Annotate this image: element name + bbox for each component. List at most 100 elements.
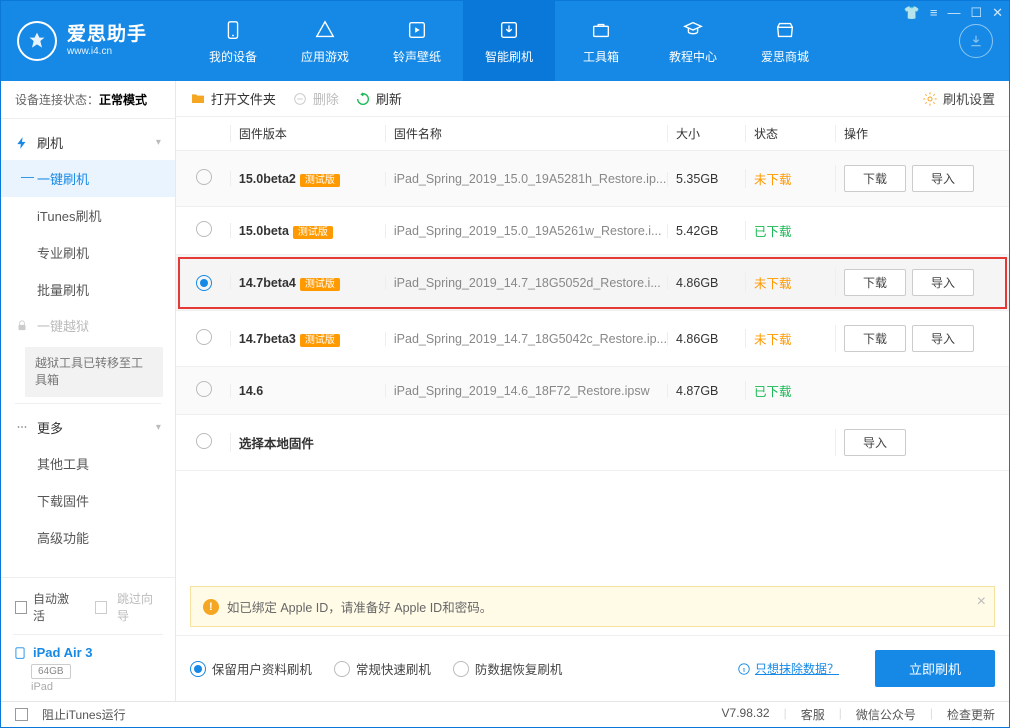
tablet-icon bbox=[13, 646, 27, 660]
table-row[interactable]: 选择本地固件 导入 bbox=[176, 415, 1009, 471]
app-header: 爱思助手 www.i4.cn 我的设备 应用游戏 铃声壁纸 智能刷机 工具箱 教… bbox=[1, 1, 1009, 81]
device-type: iPad bbox=[31, 681, 163, 693]
skip-guide-checkbox[interactable] bbox=[95, 601, 107, 614]
nav-store[interactable]: 爱思商城 bbox=[739, 1, 831, 81]
row-action-button[interactable]: 下载 bbox=[844, 165, 906, 192]
check-update-link[interactable]: 检查更新 bbox=[947, 706, 995, 723]
cell-version: 14.7beta4测试版 bbox=[230, 275, 385, 290]
row-action-button[interactable]: 导入 bbox=[912, 165, 974, 192]
version-label: V7.98.32 bbox=[722, 706, 770, 723]
refresh-button[interactable]: 刷新 bbox=[355, 89, 402, 108]
radio-icon bbox=[334, 661, 350, 677]
minimize-icon[interactable]: — bbox=[947, 5, 960, 21]
refresh-icon bbox=[355, 91, 371, 107]
close-icon[interactable]: ✕ bbox=[992, 5, 1003, 21]
warning-icon: ! bbox=[203, 599, 219, 615]
sidebar-item-batch-flash[interactable]: 批量刷机 bbox=[1, 271, 175, 308]
cell-name: iPad_Spring_2019_14.7_18G5042c_Restore.i… bbox=[385, 332, 667, 346]
row-action-button[interactable]: 导入 bbox=[844, 429, 906, 456]
nav-toolbox[interactable]: 工具箱 bbox=[555, 1, 647, 81]
block-itunes-checkbox[interactable] bbox=[15, 708, 28, 721]
radio-icon bbox=[190, 661, 206, 677]
sidebar-item-download-firmware[interactable]: 下载固件 bbox=[1, 482, 175, 519]
col-action: 操作 bbox=[835, 125, 995, 142]
row-action-button[interactable]: 下载 bbox=[844, 325, 906, 352]
table-row[interactable]: 14.6iPad_Spring_2019_14.6_18F72_Restore.… bbox=[176, 367, 1009, 415]
connection-status: 设备连接状态：正常模式 bbox=[1, 81, 175, 119]
sidebar-group-more[interactable]: 更多 ▾ bbox=[1, 410, 175, 445]
brand-url: www.i4.cn bbox=[67, 46, 147, 57]
cell-size: 4.87GB bbox=[667, 384, 745, 398]
notice-close-button[interactable]: × bbox=[977, 593, 986, 611]
row-action-button[interactable]: 导入 bbox=[912, 269, 974, 296]
cell-status: 未下载 bbox=[745, 329, 835, 348]
table-row[interactable]: 15.0beta测试版iPad_Spring_2019_15.0_19A5261… bbox=[176, 207, 1009, 255]
nav-apps[interactable]: 应用游戏 bbox=[279, 1, 371, 81]
menu-icon[interactable]: ≡ bbox=[930, 5, 938, 21]
nav-smart-flash[interactable]: 智能刷机 bbox=[463, 1, 555, 81]
sidebar-item-pro-flash[interactable]: 专业刷机 bbox=[1, 234, 175, 271]
sidebar-item-itunes-flash[interactable]: iTunes刷机 bbox=[1, 197, 175, 234]
sidebar-item-other-tools[interactable]: 其他工具 bbox=[1, 445, 175, 482]
sidebar-item-advanced[interactable]: 高级功能 bbox=[1, 519, 175, 556]
auto-activate-checkbox[interactable] bbox=[15, 601, 27, 614]
nav-my-device[interactable]: 我的设备 bbox=[187, 1, 279, 81]
row-action-button[interactable]: 下载 bbox=[844, 269, 906, 296]
nav-ringtones[interactable]: 铃声壁纸 bbox=[371, 1, 463, 81]
cell-name: iPad_Spring_2019_14.6_18F72_Restore.ipsw bbox=[385, 384, 667, 398]
device-name[interactable]: iPad Air 3 bbox=[13, 645, 163, 660]
cell-version: 选择本地固件 bbox=[230, 433, 385, 452]
row-action-button[interactable]: 导入 bbox=[912, 325, 974, 352]
option-keep-data[interactable]: 保留用户资料刷机 bbox=[190, 659, 312, 678]
table-row[interactable]: 14.7beta3测试版iPad_Spring_2019_14.7_18G504… bbox=[176, 311, 1009, 367]
cell-size: 4.86GB bbox=[667, 276, 745, 290]
customer-service-link[interactable]: 客服 bbox=[801, 706, 825, 723]
col-version: 固件版本 bbox=[230, 125, 385, 142]
erase-data-link[interactable]: 只想抹除数据？ bbox=[737, 660, 839, 677]
cell-status: 未下载 bbox=[745, 273, 835, 292]
option-normal-flash[interactable]: 常规快速刷机 bbox=[334, 659, 431, 678]
option-anti-recovery[interactable]: 防数据恢复刷机 bbox=[453, 659, 563, 678]
flash-options: 保留用户资料刷机 常规快速刷机 防数据恢复刷机 只想抹除数据？ 立即刷机 bbox=[176, 635, 1009, 701]
cell-version: 15.0beta2测试版 bbox=[230, 171, 385, 186]
row-radio[interactable] bbox=[196, 433, 212, 449]
col-status: 状态 bbox=[745, 125, 835, 142]
cell-name: iPad_Spring_2019_15.0_19A5261w_Restore.i… bbox=[385, 224, 667, 238]
sidebar-group-flash[interactable]: 刷机 ▾ bbox=[1, 125, 175, 160]
toolbar: 打开文件夹 删除 刷新 刷机设置 bbox=[176, 81, 1009, 117]
cell-size: 5.35GB bbox=[667, 172, 745, 186]
block-itunes-label: 阻止iTunes运行 bbox=[42, 706, 126, 723]
nav-tutorials[interactable]: 教程中心 bbox=[647, 1, 739, 81]
row-radio[interactable] bbox=[196, 221, 212, 237]
beta-badge: 测试版 bbox=[300, 334, 340, 347]
sidebar-group-jailbreak[interactable]: 一键越狱 bbox=[1, 308, 175, 343]
row-radio[interactable] bbox=[196, 381, 212, 397]
main-panel: 打开文件夹 删除 刷新 刷机设置 固件版本 固件名称 大小 状态 操作 bbox=[176, 81, 1009, 701]
logo-icon bbox=[17, 21, 57, 61]
lock-icon bbox=[15, 319, 29, 333]
skip-guide-label: 跳过向导 bbox=[117, 590, 161, 624]
auto-activate-label: 自动激活 bbox=[33, 590, 77, 624]
flash-now-button[interactable]: 立即刷机 bbox=[875, 650, 995, 687]
sidebar-item-oneclick-flash[interactable]: 一键刷机 bbox=[1, 160, 175, 197]
row-radio[interactable] bbox=[196, 169, 212, 185]
open-folder-button[interactable]: 打开文件夹 bbox=[190, 89, 276, 108]
row-radio[interactable] bbox=[196, 329, 212, 345]
header-download-button[interactable] bbox=[959, 24, 993, 58]
row-radio[interactable] bbox=[196, 275, 212, 291]
cell-action: 导入 bbox=[835, 429, 995, 456]
beta-badge: 测试版 bbox=[300, 278, 340, 291]
maximize-icon[interactable]: ☐ bbox=[970, 5, 982, 21]
table-row[interactable]: 14.7beta4测试版iPad_Spring_2019_14.7_18G505… bbox=[176, 255, 1009, 311]
delete-icon bbox=[292, 91, 308, 107]
delete-button[interactable]: 删除 bbox=[292, 89, 339, 108]
table-row[interactable]: 15.0beta2测试版iPad_Spring_2019_15.0_19A528… bbox=[176, 151, 1009, 207]
firmware-table: 15.0beta2测试版iPad_Spring_2019_15.0_19A528… bbox=[176, 151, 1009, 578]
sidebar-jailbreak-note: 越狱工具已转移至工具箱 bbox=[25, 347, 163, 397]
status-bar: 阻止iTunes运行 V7.98.32| 客服| 微信公众号| 检查更新 bbox=[1, 701, 1009, 727]
flash-settings-button[interactable]: 刷机设置 bbox=[922, 89, 995, 108]
flash-icon bbox=[15, 136, 29, 150]
skin-icon[interactable]: 👕 bbox=[904, 5, 920, 21]
wechat-link[interactable]: 微信公众号 bbox=[856, 706, 916, 723]
logo: 爱思助手 www.i4.cn bbox=[17, 21, 187, 61]
